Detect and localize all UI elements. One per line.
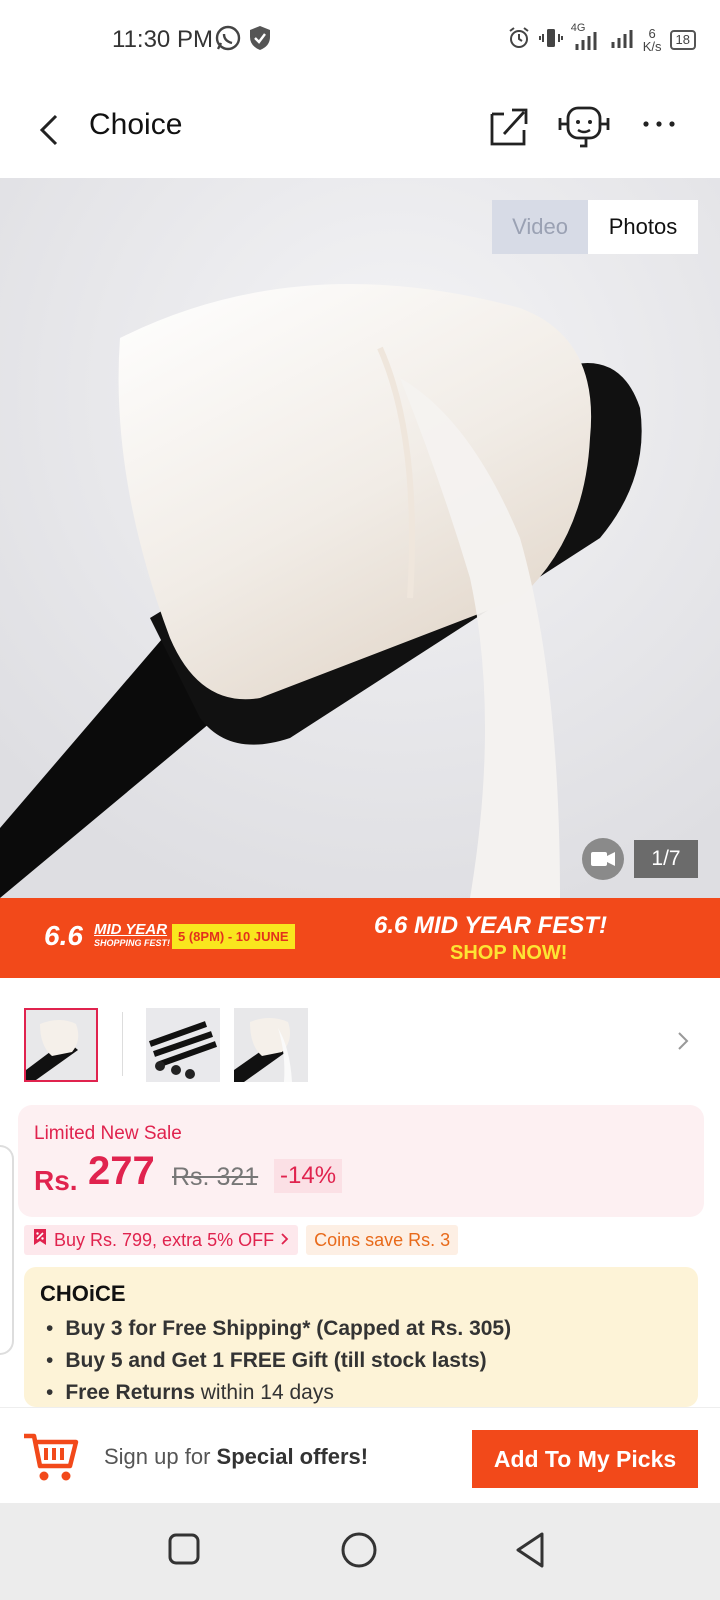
benefits-list: Buy 3 for Free Shipping* (Capped at Rs. … <box>46 1313 511 1407</box>
page-title: Choice <box>89 108 183 141</box>
more-menu-icon[interactable] <box>642 116 676 134</box>
cart-icon[interactable] <box>22 1428 80 1491</box>
chevron-right-small-icon <box>280 1225 290 1255</box>
status-bar: 11:30 PM 4G 6 K/s 18 <box>0 0 720 80</box>
thumbnail-3[interactable] <box>234 1008 308 1082</box>
back-arrow-icon[interactable] <box>32 110 68 150</box>
signal-icon <box>609 26 635 53</box>
price-currency: Rs. <box>34 1165 78 1196</box>
product-image-toothbrush <box>0 178 720 898</box>
status-time: 11:30 PM <box>112 26 213 53</box>
back-nav-icon[interactable] <box>514 1531 548 1574</box>
customer-service-icon[interactable] <box>556 104 612 157</box>
signal-4g-icon: 4G <box>571 22 601 52</box>
bottom-action-bar: Sign up for Special offers! Add To My Pi… <box>0 1407 720 1503</box>
alarm-icon <box>507 26 531 53</box>
home-icon[interactable] <box>340 1531 378 1574</box>
coupon-icon <box>32 1225 48 1255</box>
banner-number: 6.6 <box>44 920 83 951</box>
banner-mid-year: MID YEAR <box>94 921 168 938</box>
vibrate-icon <box>538 26 563 53</box>
thumbnail-2[interactable] <box>146 1008 220 1082</box>
add-to-picks-button[interactable]: Add To My Picks <box>472 1430 698 1488</box>
chevron-right-icon[interactable] <box>676 1030 690 1058</box>
extra-off-chip[interactable]: Buy Rs. 799, extra 5% OFF <box>24 1225 299 1255</box>
share-icon[interactable] <box>488 104 530 153</box>
banner-cta: SHOP NOW! <box>450 942 568 964</box>
recent-apps-icon[interactable] <box>168 1531 200 1572</box>
thumbnail-strip <box>0 1000 720 1086</box>
extra-off-text: Buy Rs. 799, extra 5% OFF <box>54 1230 275 1250</box>
choice-logo: CHOiCE <box>40 1281 126 1306</box>
system-nav-bar <box>0 1503 720 1600</box>
tab-photos[interactable]: Photos <box>588 200 698 254</box>
coins-chip[interactable]: Coins save Rs. 3 <box>306 1225 459 1255</box>
battery-icon: 18 <box>669 29 696 50</box>
tab-video[interactable]: Video <box>492 200 588 254</box>
discount-badge: -14% <box>274 1159 343 1193</box>
shield-icon <box>248 24 272 57</box>
promo-chips: Buy Rs. 799, extra 5% OFF Coins save Rs.… <box>24 1225 459 1255</box>
network-speed: 6 K/s <box>642 25 662 54</box>
top-header: Choice <box>0 80 720 178</box>
promo-banner[interactable]: 6.6 MID YEAR SHOPPING FEST! 5 (8PM) - 10… <box>0 898 720 978</box>
thumbnail-1[interactable] <box>24 1008 98 1082</box>
thumbnail-divider <box>122 1012 123 1076</box>
banner-shopping-fest: SHOPPING FEST! <box>94 938 171 948</box>
side-drawer-handle[interactable] <box>0 1145 14 1355</box>
benefit-item: Buy 5 and Get 1 FREE Gift (till stock la… <box>46 1345 511 1377</box>
whatsapp-icon <box>214 24 242 57</box>
media-toggle: Video Photos <box>492 200 698 254</box>
status-right-icons: 4G 6 K/s 18 <box>507 22 696 54</box>
original-price: Rs. 321 <box>172 1163 259 1191</box>
benefit-item: Buy 3 for Free Shipping* (Capped at Rs. … <box>46 1313 511 1345</box>
price-amount: 277 <box>88 1149 155 1193</box>
sale-label: Limited New Sale <box>34 1123 182 1144</box>
signup-text[interactable]: Sign up for Special offers! <box>104 1444 368 1470</box>
price-card: Limited New Sale Rs. 277 Rs. 321 -14% <box>18 1105 704 1217</box>
product-image-gallery[interactable]: Video Photos 1/7 <box>0 178 720 898</box>
video-camera-icon[interactable] <box>582 838 624 880</box>
benefit-item: Free Returns within 14 days <box>46 1377 511 1407</box>
banner-title: 6.6 MID YEAR FEST! <box>374 912 607 939</box>
banner-dates: 5 (8PM) - 10 JUNE <box>172 924 295 949</box>
choice-benefits-card[interactable]: CHOiCE Buy 3 for Free Shipping* (Capped … <box>24 1267 698 1407</box>
image-counter: 1/7 <box>634 840 698 878</box>
